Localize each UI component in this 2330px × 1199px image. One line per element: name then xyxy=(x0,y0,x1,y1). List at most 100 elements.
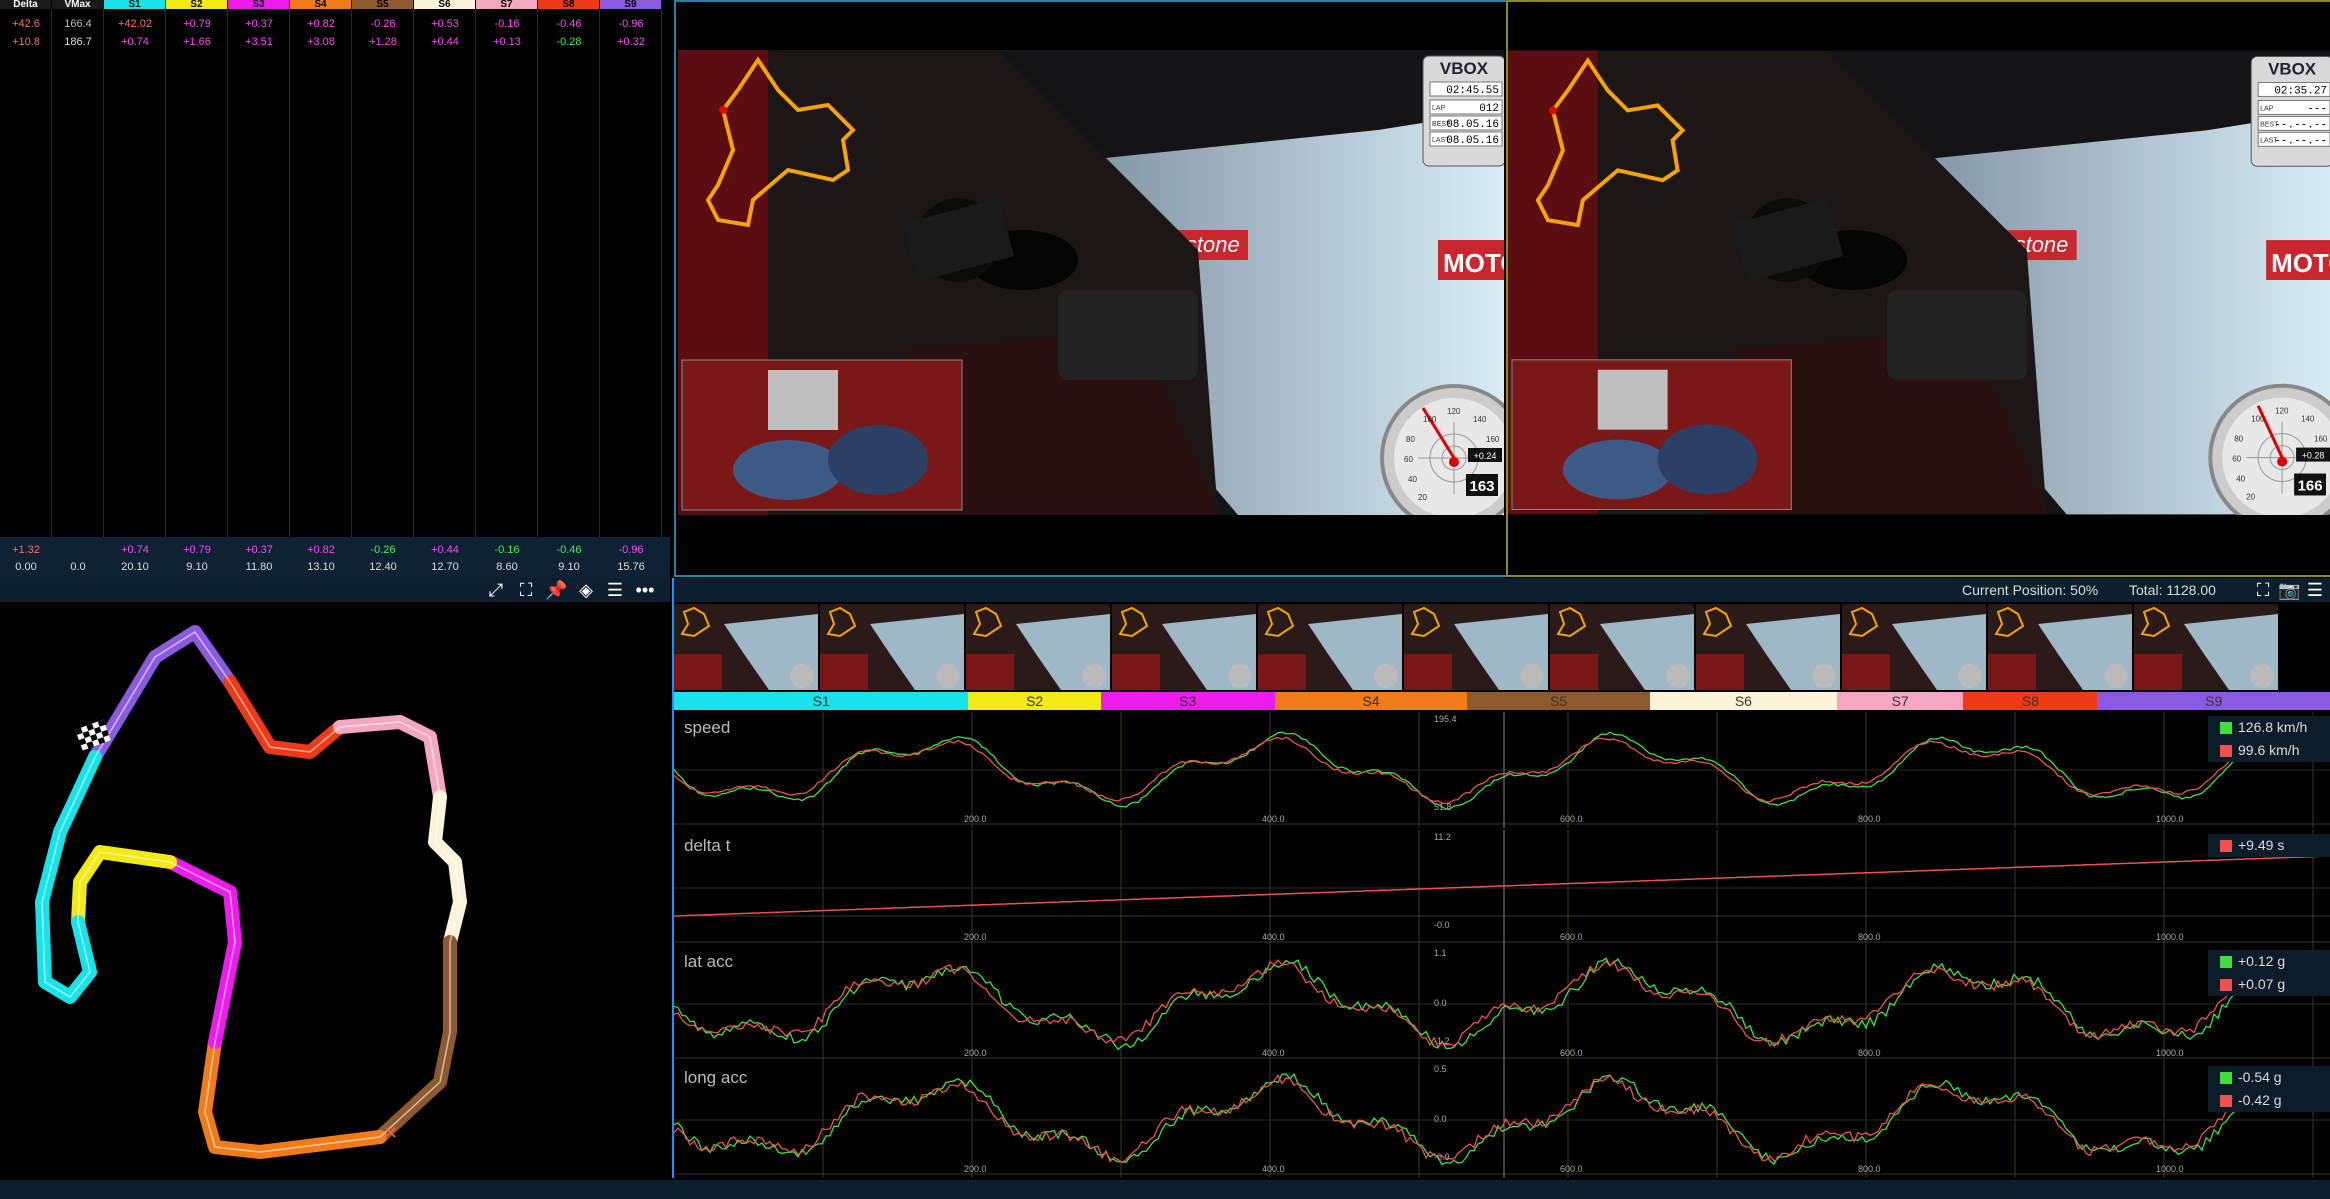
sector-segment-s6[interactable]: S6 xyxy=(1649,692,1837,710)
legend-entry: 126.8 km/h xyxy=(2208,716,2330,739)
graph-speed[interactable]: speed 195.4 51.8 200.0 400.0 600.0 800.0 1000.0… xyxy=(674,712,2330,828)
pin-icon[interactable]: 📌 xyxy=(545,581,567,599)
table-cell: -0.16 xyxy=(494,18,520,30)
table-cell: +10.8 xyxy=(12,36,40,48)
video-panel-2[interactable]: Firestone MOTO VBOX 02:35.27 LAP --- BES… xyxy=(1506,0,2330,577)
legend-value: +0.12 g xyxy=(2238,953,2286,969)
video-thumbnail[interactable] xyxy=(1842,604,1986,690)
x-tick-label: 1000.0 xyxy=(2156,1164,2184,1174)
car-position-marker-icon: ✕ xyxy=(383,1123,398,1143)
x-tick-label: 800.0 xyxy=(1858,932,1881,942)
sector-segment-s8[interactable]: S8 xyxy=(1963,692,2098,710)
camera-icon[interactable]: 📷 xyxy=(2278,581,2300,599)
video-thumbnail[interactable] xyxy=(966,604,1110,690)
table-time: 0.00 xyxy=(15,561,37,573)
x-tick-label: 600.0 xyxy=(1560,1048,1583,1058)
x-tick-label: 800.0 xyxy=(1858,1048,1881,1058)
thumbnail-strip[interactable] xyxy=(674,602,2278,692)
track-map[interactable]: ✕ xyxy=(0,602,670,1180)
current-position-label: Current Position: 50% xyxy=(1962,582,2099,598)
video-frame-2[interactable]: Firestone MOTO VBOX 02:35.27 LAP --- BES… xyxy=(1508,50,2330,515)
table-column xyxy=(0,9,52,537)
legend-swatch xyxy=(2220,745,2232,757)
graph-delta-t[interactable]: delta t 11.2 -0.0 200.0 400.0 600.0 800.0 1000.… xyxy=(674,830,2330,946)
table-header-vmax[interactable]: VMax xyxy=(52,0,103,9)
video-thumbnail[interactable] xyxy=(820,604,964,690)
sector-segment-s7[interactable]: S7 xyxy=(1836,692,1964,710)
table-header-delta[interactable]: Delta xyxy=(0,0,51,9)
legend-value: +9.49 s xyxy=(2238,837,2285,853)
sector-segment-s1[interactable]: S1 xyxy=(674,692,969,710)
graph-legend: 126.8 km/h 99.6 km/h xyxy=(2208,716,2330,762)
table-time: 11.80 xyxy=(245,561,273,573)
table-header-s2[interactable]: S2 xyxy=(166,0,227,9)
table-cell: +0.53 xyxy=(431,18,459,30)
video-thumbnail[interactable] xyxy=(1550,604,1694,690)
table-header-s9[interactable]: S9 xyxy=(600,0,661,9)
x-tick-label: 200.0 xyxy=(964,814,987,824)
video-thumbnail[interactable] xyxy=(1988,604,2132,690)
gauge-tick-1-160: 160 xyxy=(1486,435,1500,444)
video-frame-1[interactable]: Firestone MOTO VBOX 02:45.55 LAP 012 BES… xyxy=(678,50,1504,515)
video-panel-1[interactable]: Firestone MOTO VBOX 02:45.55 LAP 012 BES… xyxy=(674,0,1508,577)
table-cell: -0.96 xyxy=(618,18,644,30)
table-column xyxy=(104,9,166,537)
y-max-label: 195.4 xyxy=(1434,714,1457,724)
table-header-s7[interactable]: S7 xyxy=(476,0,537,9)
graph-plot[interactable] xyxy=(674,830,2330,946)
legend-entry: +0.12 g xyxy=(2208,950,2330,973)
graph-plot[interactable] xyxy=(674,946,2330,1062)
video-thumbnail[interactable] xyxy=(1404,604,1548,690)
table-cell: 186.7 xyxy=(64,36,92,48)
sector-segment-s3[interactable]: S3 xyxy=(1100,692,1275,710)
y-min-label: -1.2 xyxy=(1434,1036,1450,1046)
table-header-s3[interactable]: S3 xyxy=(228,0,289,9)
table-header-s4[interactable]: S4 xyxy=(290,0,351,9)
table-time: 8.60 xyxy=(496,561,518,573)
table-cell: +1.66 xyxy=(183,36,211,48)
graph-plot[interactable] xyxy=(674,712,2330,828)
sector-segment-s4[interactable]: S4 xyxy=(1274,692,1468,710)
video-thumbnail[interactable] xyxy=(1258,604,1402,690)
fullscreen-icon[interactable]: ⛶ xyxy=(2252,581,2274,599)
y-max-label: 11.2 xyxy=(1434,832,1451,842)
table-column xyxy=(538,9,600,537)
menu-icon[interactable]: ☰ xyxy=(604,581,626,599)
video-thumbnail[interactable] xyxy=(674,604,818,690)
legend-swatch xyxy=(2220,1072,2232,1084)
table-header-s5[interactable]: S5 xyxy=(352,0,413,9)
table-time: 13.10 xyxy=(307,561,335,573)
fit-icon[interactable]: ⛶ xyxy=(515,581,537,599)
graph-legend: +9.49 s xyxy=(2208,834,2330,857)
table-header-s1[interactable]: S1 xyxy=(104,0,165,9)
table-column xyxy=(52,9,104,537)
more-icon[interactable]: ••• xyxy=(634,581,656,599)
graph-plot[interactable] xyxy=(674,1062,2330,1178)
table-header-s8[interactable]: S8 xyxy=(538,0,599,9)
gauge-delta-1: +0.24 xyxy=(1474,451,1497,461)
video-thumbnail[interactable] xyxy=(2134,604,2278,690)
vbox-lap-label-1: LAP xyxy=(1432,105,1446,112)
gauge-tick-1-100: 100 xyxy=(1423,415,1437,424)
sector-segment-s2[interactable]: S2 xyxy=(968,692,1101,710)
expand-icon[interactable]: ⤢ xyxy=(485,581,507,599)
menu-icon[interactable]: ☰ xyxy=(2304,581,2326,599)
video-thumbnail[interactable] xyxy=(1112,604,1256,690)
graph-lat-acc[interactable]: lat acc 1.1 0.0 -1.2 200.0 400.0 600.0 800.0 100… xyxy=(674,946,2330,1062)
table-cell: -0.46 xyxy=(556,18,582,30)
x-tick-label: 400.0 xyxy=(1262,814,1285,824)
table-cell: +0.74 xyxy=(121,36,149,48)
table-header-s6[interactable]: S6 xyxy=(414,0,475,9)
gauge-speed-2: 166 xyxy=(2298,477,2323,494)
x-tick-label: 200.0 xyxy=(964,1048,987,1058)
table-time: 9.10 xyxy=(558,561,580,573)
table-total: +0.44 xyxy=(431,544,459,556)
paint-bucket-icon[interactable]: ◈ xyxy=(575,581,597,599)
video-thumbnail[interactable] xyxy=(1696,604,1840,690)
sector-bar[interactable]: S1 S2 S3 S4 S5 S6 S7 S8 S9 xyxy=(674,692,2330,710)
legend-entry: +0.07 g xyxy=(2208,973,2330,996)
sector-segment-s5[interactable]: S5 xyxy=(1467,692,1650,710)
gauge-delta-2: +0.28 xyxy=(2302,451,2325,461)
graph-long-acc[interactable]: long acc 0.5 0.0 -0.9 200.0 400.0 600.0 800.0 10… xyxy=(674,1062,2330,1178)
sector-segment-s9[interactable]: S9 xyxy=(2097,692,2330,710)
